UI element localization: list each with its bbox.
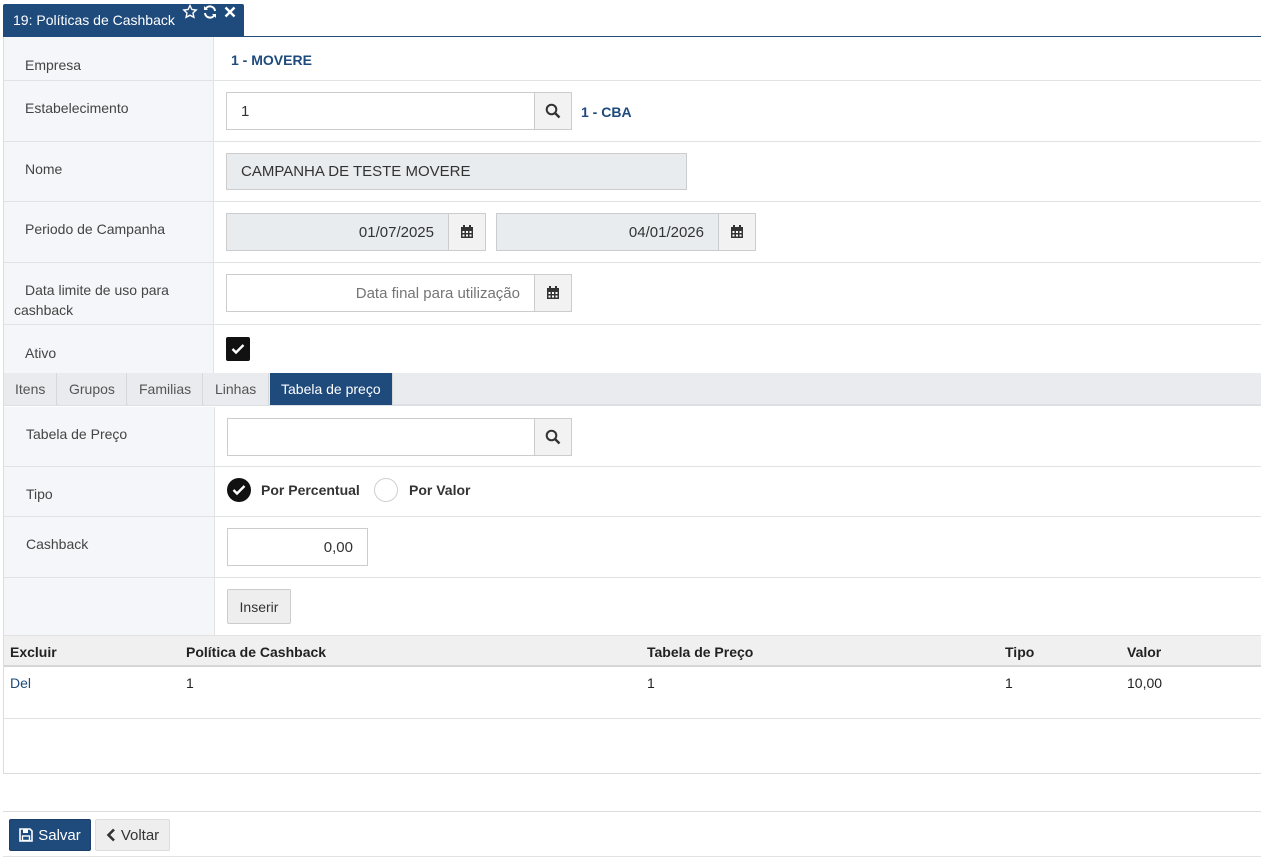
- row-empresa: Empresa 1 - MOVERE: [4, 37, 1261, 81]
- row-nome: Nome: [4, 142, 1261, 202]
- window-tab[interactable]: 19: Políticas de Cashback: [3, 3, 244, 36]
- row-cashback: Cashback: [4, 517, 1261, 578]
- cashback-label: Cashback: [26, 536, 89, 552]
- delete-link[interactable]: Del: [10, 675, 31, 691]
- chevron-left-icon: [106, 828, 115, 842]
- radio-por-percentual-label[interactable]: Por Percentual: [261, 482, 360, 498]
- footer-bottom-divider: [3, 856, 1261, 857]
- estabelecimento-search-button[interactable]: [534, 92, 572, 130]
- periodo-end-input[interactable]: [496, 213, 719, 251]
- tab-grupos[interactable]: Grupos: [58, 373, 127, 405]
- tabela-preco-label: Tabela de Preço: [26, 426, 128, 442]
- nome-label: Nome: [25, 161, 63, 177]
- cashback-input[interactable]: [227, 528, 368, 566]
- ativo-label: Ativo: [25, 345, 57, 361]
- periodo-start-calendar-button[interactable]: [448, 213, 486, 251]
- form-panel: Empresa 1 - MOVERE Estabelecimento 1 - C…: [3, 37, 1261, 774]
- window-title: 19: Políticas de Cashback: [13, 12, 175, 28]
- col-valor[interactable]: Valor: [1127, 644, 1161, 660]
- radio-por-percentual[interactable]: [227, 478, 251, 502]
- data-limite-input[interactable]: [226, 274, 535, 312]
- cell-politica: 1: [186, 675, 194, 691]
- cell-tabela: 1: [647, 675, 655, 691]
- back-button-label: Voltar: [120, 826, 160, 844]
- tab-familias[interactable]: Familias: [128, 373, 203, 405]
- col-politica[interactable]: Política de Cashback: [186, 644, 326, 660]
- col-tipo[interactable]: Tipo: [1005, 644, 1034, 660]
- save-button[interactable]: Salvar: [9, 819, 91, 851]
- col-excluir[interactable]: Excluir: [10, 644, 57, 660]
- check-icon: [232, 485, 246, 496]
- estabelecimento-input[interactable]: [226, 92, 535, 130]
- cell-tipo: 1: [1005, 675, 1013, 691]
- calendar-icon: [731, 225, 743, 238]
- ativo-checkbox[interactable]: [226, 337, 250, 361]
- footer-divider: [3, 811, 1261, 812]
- data-limite-label-line2: cashback: [14, 302, 74, 318]
- tipo-label: Tipo: [26, 486, 53, 502]
- tab-tabela-de-preco[interactable]: Tabela de preço: [270, 373, 393, 405]
- row-inserir: Inserir: [4, 578, 1261, 635]
- search-icon: [545, 103, 561, 119]
- floppy-disk-icon: [19, 828, 34, 842]
- periodo-end-calendar-button[interactable]: [718, 213, 756, 251]
- row-ativo: Ativo: [4, 325, 1261, 373]
- star-icon[interactable]: [182, 3, 198, 20]
- refresh-icon[interactable]: [202, 4, 218, 20]
- calendar-icon: [461, 225, 473, 238]
- table-row: Del 1 1 1 10,00: [4, 667, 1261, 719]
- save-button-label: Salvar: [38, 826, 81, 844]
- tabela-preco-search-button[interactable]: [534, 418, 572, 456]
- periodo-label: Periodo de Campanha: [25, 221, 166, 237]
- radio-por-valor[interactable]: [374, 478, 398, 502]
- grid-header: Excluir Política de Cashback Tabela de P…: [4, 635, 1261, 667]
- back-button[interactable]: Voltar: [95, 819, 170, 851]
- search-icon: [545, 429, 561, 445]
- check-icon: [231, 344, 245, 355]
- cell-valor: 10,00: [1127, 675, 1163, 691]
- tabela-preco-input[interactable]: [227, 418, 536, 456]
- empresa-value: 1 - MOVERE: [231, 52, 312, 68]
- row-tipo: Tipo Por Percentual Por Valor: [4, 467, 1261, 517]
- sub-tabs: Itens Grupos Familias Linhas Tabela de p…: [4, 373, 1261, 406]
- data-limite-label-line1: Data limite de uso para: [25, 282, 169, 298]
- estabelecimento-desc: 1 - CBA: [581, 104, 632, 120]
- radio-por-valor-label[interactable]: Por Valor: [409, 482, 470, 498]
- nome-input[interactable]: [226, 153, 687, 190]
- data-limite-calendar-button[interactable]: [534, 274, 572, 312]
- close-icon[interactable]: [222, 4, 238, 20]
- empresa-label: Empresa: [25, 57, 82, 73]
- insert-button[interactable]: Inserir: [227, 589, 291, 624]
- tab-linhas[interactable]: Linhas: [204, 373, 269, 405]
- periodo-start-input[interactable]: [226, 213, 449, 251]
- col-tabela[interactable]: Tabela de Preço: [647, 644, 753, 660]
- calendar-icon: [547, 286, 559, 299]
- row-periodo: Periodo de Campanha: [4, 202, 1261, 263]
- row-data-limite: Data limite de uso para cashback: [4, 263, 1261, 325]
- row-tabela-preco: Tabela de Preço: [4, 407, 1261, 467]
- tab-itens[interactable]: Itens: [4, 373, 57, 405]
- estabelecimento-label: Estabelecimento: [25, 100, 129, 116]
- row-estabelecimento: Estabelecimento 1 - CBA: [4, 81, 1261, 142]
